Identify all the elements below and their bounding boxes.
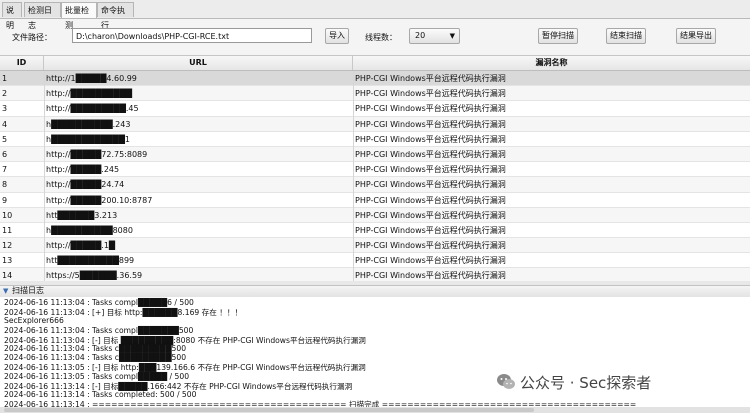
cell-url: h██████████8080 (46, 225, 133, 235)
cell-vuln-name: PHP-CGI Windows平台远程代码执行漏洞 (355, 74, 506, 83)
tab-help[interactable]: 说明 (2, 2, 22, 30)
table-header: ID URL 漏洞名称 (0, 56, 750, 71)
cell-url: http://█████.245 (46, 165, 120, 175)
threads-value: 20 (415, 31, 426, 40)
pause-scan-button[interactable]: 暂停扫描 (538, 28, 578, 44)
table-row[interactable]: 12 http://█████.1█ PHP-CGI Windows平台远程代码执行… (0, 238, 750, 254)
tab-command-exec[interactable]: 命令执行 (97, 2, 134, 30)
cell-url: htt██████████899 (46, 256, 135, 266)
cell-vuln-name: PHP-CGI Windows平台远程代码执行漏洞 (355, 165, 506, 175)
cell-vuln-name: PHP-CGI Windows平台远程代码执行漏洞 (355, 149, 506, 159)
cell-vuln-name: PHP-CGI Windows平台远程代码执行漏洞 (355, 104, 506, 114)
tab-batch-detect[interactable]: 批量检测 (61, 2, 97, 30)
cell-vuln-name: PHP-CGI Windows平台远程代码执行漏洞 (355, 241, 506, 251)
table-row[interactable]: 10 htt██████3.213 PHP-CGI Windows平台远程代码执行漏… (0, 207, 750, 223)
cell-vuln-name: PHP-CGI Windows平台远程代码执行漏洞 (355, 134, 506, 144)
cell-id: 9 (2, 195, 8, 205)
tab-bar: 说明 检测日志 批量检测 命令执行 (0, 0, 750, 30)
cell-id: 7 (2, 165, 8, 175)
table-row[interactable]: 14 https://5██████.36.59 PHP-CGI Windows平台… (0, 268, 750, 282)
cell-vuln-name: PHP-CGI Windows平台远程代码执行漏洞 (355, 256, 506, 266)
cell-url: htt██████3.213 (46, 210, 118, 220)
cell-url: h████████████1 (46, 134, 130, 144)
cell-id: 8 (2, 180, 8, 190)
column-divider (353, 71, 354, 282)
cell-url: http://█████24.74 (46, 180, 125, 190)
cell-vuln-name: PHP-CGI Windows平台远程代码执行漏洞 (355, 195, 506, 205)
cell-id: 1 (2, 74, 8, 83)
table-row[interactable]: 3 http://█████████.45 PHP-CGI Windows平台远程代… (0, 101, 750, 117)
tab-detect-log[interactable]: 检测日志 (24, 2, 61, 30)
cell-vuln-name: PHP-CGI Windows平台远程代码执行漏洞 (355, 210, 506, 220)
log-scrollbar[interactable] (0, 407, 750, 413)
scrollbar-thumb[interactable] (4, 408, 534, 412)
import-button[interactable]: 导入 (325, 28, 349, 44)
export-results-button[interactable]: 结果导出 (676, 28, 716, 44)
cell-vuln-name: PHP-CGI Windows平台远程代码执行漏洞 (355, 119, 506, 129)
table-row[interactable]: 8 http://█████24.74 PHP-CGI Windows平台远程代码执… (0, 177, 750, 193)
cell-id: 6 (2, 149, 8, 159)
log-line: 2024-06-16 11:13:04 : Tasks c█████████50… (4, 353, 187, 363)
cell-id: 2 (2, 89, 8, 99)
table-row[interactable]: 5 h████████████1 PHP-CGI Windows平台远程代码执行漏洞 (0, 132, 750, 147)
cell-url: http://██████████ (46, 89, 133, 99)
cell-id: 12 (2, 241, 13, 251)
file-path-label: 文件路径： (12, 33, 52, 42)
column-vuln-name[interactable]: 漏洞名称 (353, 56, 750, 70)
watermark: 公众号 · Sec探索者 (520, 374, 652, 392)
log-panel-title: 扫描日志 (12, 286, 44, 295)
cell-url: http://█████72.75:8089 (46, 149, 148, 159)
cell-id: 5 (2, 134, 8, 144)
cell-id: 10 (2, 210, 13, 220)
cell-vuln-name: PHP-CGI Windows平台远程代码执行漏洞 (355, 180, 506, 190)
log-line: 2024-06-16 11:13:04 : Tasks compl█████6 … (4, 298, 194, 307)
chevron-down-icon: ▼ (449, 32, 455, 40)
column-id[interactable]: ID (0, 56, 44, 70)
log-line: 2024-06-16 11:13:04 : Tasks compl███████… (4, 325, 194, 335)
table-row[interactable]: 9 http://█████200.10:8787 PHP-CGI Windows平… (0, 193, 750, 208)
log-line: SecExplorer666 (4, 316, 64, 326)
table-row[interactable]: 13 htt██████████899 PHP-CGI Windows平台远程代码执… (0, 253, 750, 269)
results-table: ID URL 漏洞名称 1 http://1█████4.60.99 PHP-CGI… (0, 55, 750, 282)
cell-id: 14 (2, 271, 13, 281)
cell-vuln-name: PHP-CGI Windows平台远程代码执行漏洞 (355, 89, 506, 99)
log-line: 2024-06-16 11:13:04 : Tasks c█████████50… (4, 344, 187, 353)
table-row[interactable]: 7 http://█████.245 PHP-CGI Windows平台远程代码执行… (0, 162, 750, 178)
table-row[interactable]: 11 h██████████8080 PHP-CGI Windows平台远程代码执行… (0, 223, 750, 239)
column-divider (44, 71, 45, 282)
cell-id: 13 (2, 256, 13, 266)
cell-url: https://5██████.36.59 (46, 271, 143, 281)
cell-url: http://█████200.10:8787 (46, 195, 153, 205)
log-line: 2024-06-16 11:13:05 : Tasks compl█████ /… (4, 371, 190, 381)
cell-id: 4 (2, 119, 8, 129)
log-line: 2024-06-16 11:13:14 : ==================… (4, 400, 637, 407)
log-line: 2024-06-16 11:13:14 : Tasks completed: 5… (4, 390, 197, 399)
cell-url: http://█████████.45 (46, 104, 139, 114)
table-row[interactable]: 4 h██████████.243 PHP-CGI Windows平台远程代码执行漏… (0, 116, 750, 132)
cell-url: http://█████.1█ (46, 241, 116, 251)
wechat-icon (497, 374, 515, 389)
file-path-input[interactable]: D:\charon\Downloads\PHP-CGI-RCE.txt (72, 28, 312, 43)
cell-id: 11 (2, 225, 13, 235)
cell-url: h██████████.243 (46, 119, 131, 129)
cell-vuln-name: PHP-CGI Windows平台远程代码执行漏洞 (355, 225, 506, 235)
table-body: 1 http://1█████4.60.99 PHP-CGI Windows平台远程… (0, 71, 750, 282)
stop-scan-button[interactable]: 结束扫描 (606, 28, 646, 44)
cell-url: http://1█████4.60.99 (46, 74, 137, 83)
cell-id: 3 (2, 104, 8, 114)
cell-vuln-name: PHP-CGI Windows平台远程代码执行漏洞 (355, 271, 506, 281)
threads-label: 线程数： (365, 33, 397, 42)
table-row[interactable]: 1 http://1█████4.60.99 PHP-CGI Windows平台远程… (0, 71, 750, 87)
threads-select[interactable]: 20 ▼ (409, 28, 460, 44)
triangle-down-icon[interactable]: ▼ (3, 287, 8, 295)
table-row[interactable]: 2 http://██████████ PHP-CGI Windows平台远程代码执… (0, 86, 750, 102)
column-url[interactable]: URL (44, 56, 353, 70)
table-row[interactable]: 6 http://█████72.75:8089 PHP-CGI Windows平台… (0, 146, 750, 163)
